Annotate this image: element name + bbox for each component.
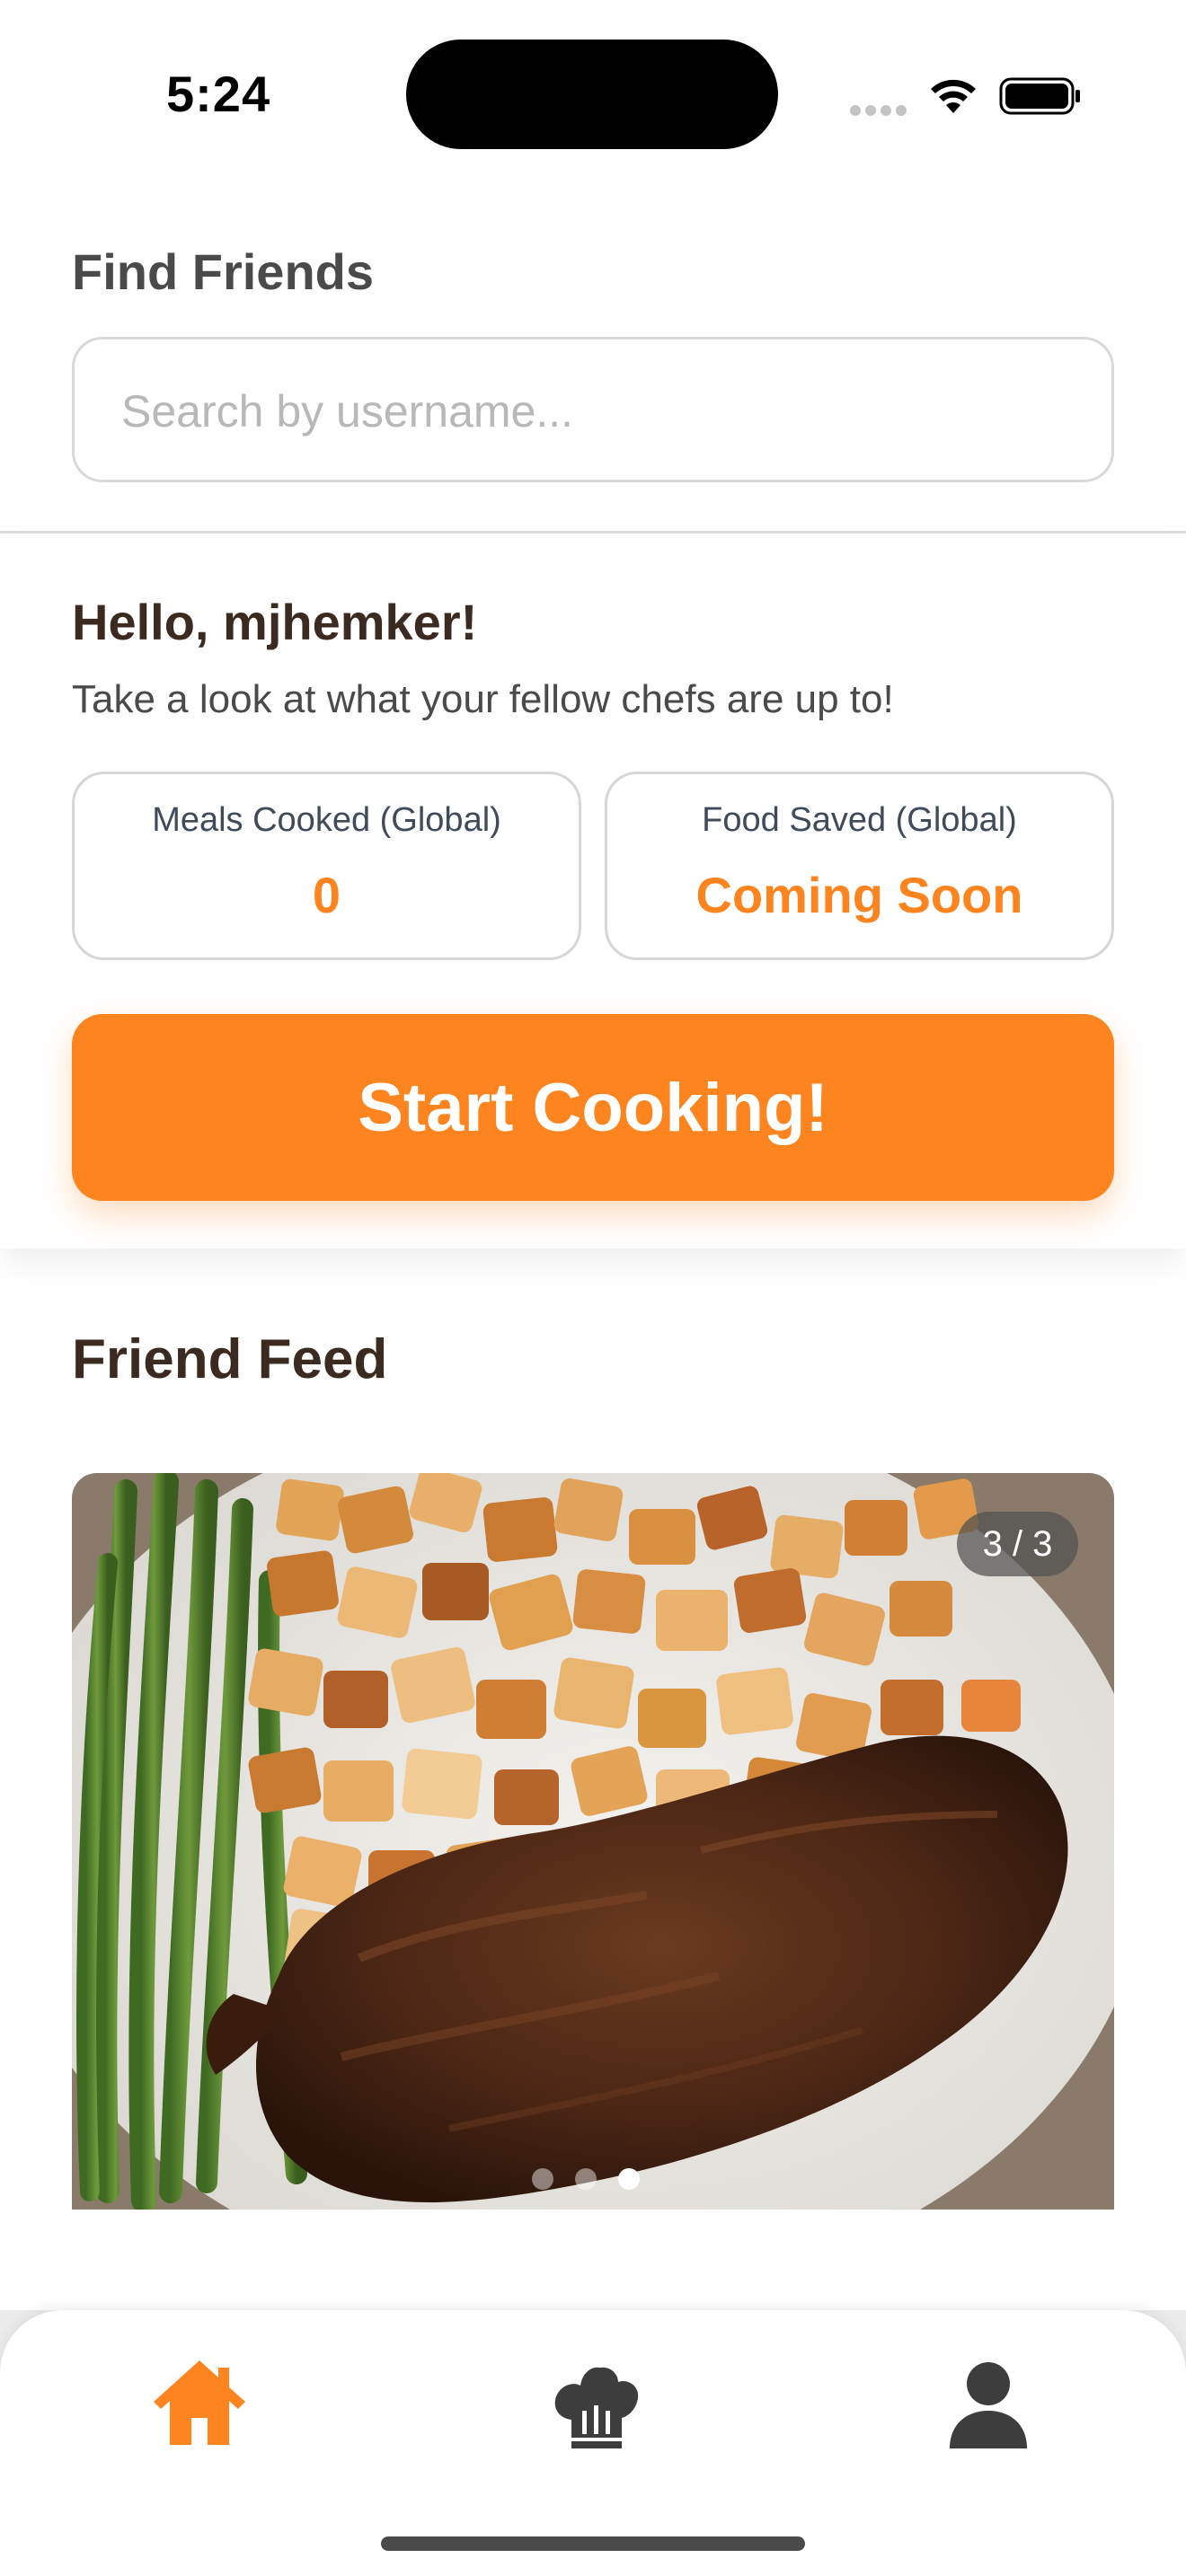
carousel-dot-active[interactable] [618,2168,640,2190]
status-time: 5:24 [166,66,271,122]
search-input[interactable] [121,375,1056,447]
home-indicator [381,2536,805,2551]
chef-hat-icon [554,2367,639,2448]
carousel-pagination[interactable] [530,2168,656,2195]
carousel-dot[interactable] [575,2168,597,2190]
status-bar: 5:24 [0,0,1186,180]
tab-home[interactable] [150,2355,249,2454]
feed-post-photo[interactable] [72,1473,1114,2210]
tab-cook[interactable] [546,2355,645,2454]
dynamic-island [406,40,778,149]
steak-dinner-photo [72,1473,1114,2210]
carousel-dot[interactable] [532,2168,553,2190]
battery-icon [999,77,1080,115]
photo-counter-badge: 3 / 3 [957,1512,1078,1576]
person-icon [950,2362,1027,2448]
food-saved-label: Food Saved (Global) [702,801,1017,839]
hello-card: Hello, mjhemker! Take a look at what you… [0,534,1186,1248]
wifi-icon [931,79,976,113]
find-friends-title: Find Friends [72,243,374,300]
start-cooking-button[interactable]: Start Cooking! [72,1014,1114,1201]
cellular-signal-icon [850,105,907,116]
search-field[interactable] [72,337,1114,482]
tab-profile[interactable] [939,2355,1038,2454]
friend-feed-title: Friend Feed [72,1328,388,1390]
home-icon [154,2360,245,2445]
meals-cooked-value: 0 [312,867,341,923]
greeting-title: Hello, mjhemker! [72,594,478,650]
greeting-subtitle: Take a look at what your fellow chefs ar… [72,677,894,721]
meals-cooked-card: Meals Cooked (Global) 0 [72,772,581,960]
food-saved-card: Food Saved (Global) Coming Soon [605,772,1114,960]
meals-cooked-label: Meals Cooked (Global) [152,801,501,839]
food-saved-value: Coming Soon [695,867,1023,923]
